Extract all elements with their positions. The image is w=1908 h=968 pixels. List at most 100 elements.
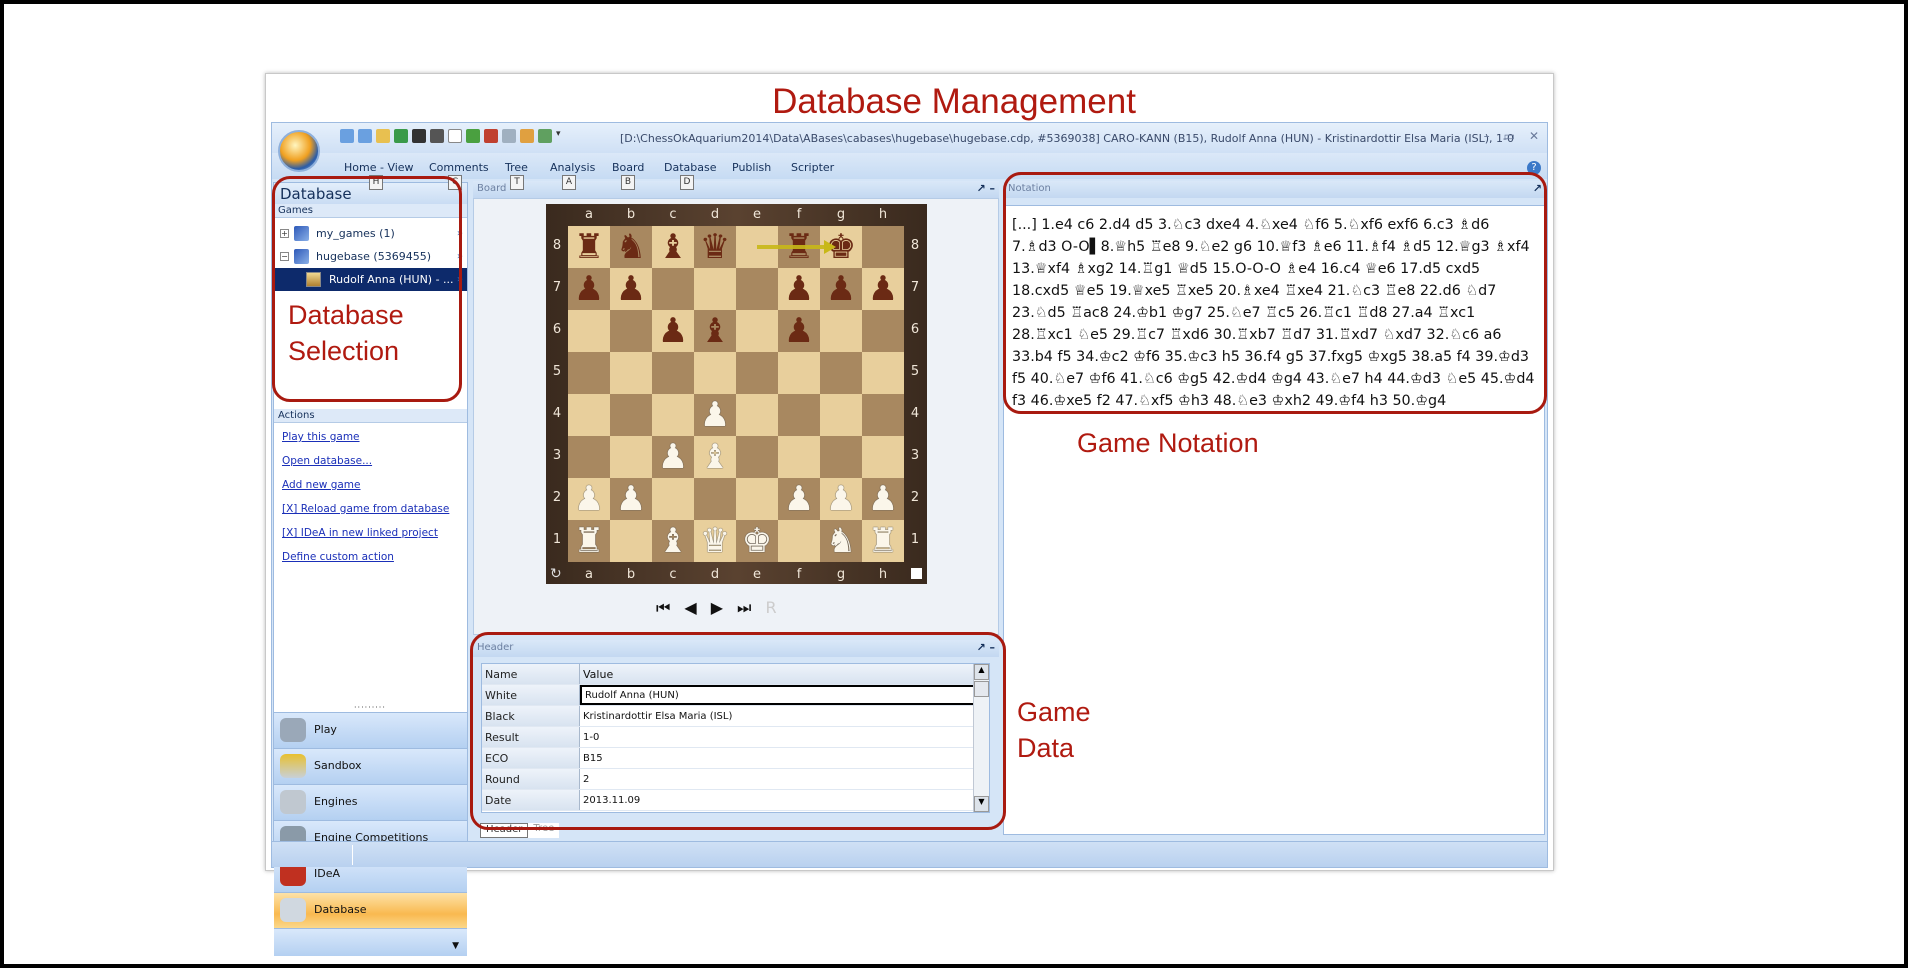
chevron-right-icon[interactable]: »	[457, 222, 463, 245]
scroll-up-icon[interactable]: ▲	[974, 664, 989, 680]
help-icon[interactable]: ?	[1527, 161, 1541, 175]
undock-icon[interactable]: ↗	[976, 641, 985, 654]
user-lock-icon[interactable]	[520, 129, 534, 143]
table-row[interactable]: Black Kristinardottir Elsa Maria (ISL)	[482, 706, 989, 727]
minimize-button[interactable]: –	[1484, 129, 1490, 143]
menu-analysis[interactable]: Analysis	[550, 161, 595, 174]
header-panel-bar: Header ↗ –	[473, 640, 999, 657]
table-row[interactable]: Round 2	[482, 769, 989, 790]
database-rook-icon	[280, 898, 306, 922]
customize-dropdown-icon[interactable]: ▾	[556, 129, 564, 143]
menu-tree[interactable]: Tree	[505, 161, 528, 174]
last-move-icon[interactable]: ⏭	[737, 598, 751, 618]
tree-item-label: hugebase (5369455)	[316, 250, 431, 263]
move-navigation: ⏮ ◀ ▶ ⏭ R	[656, 598, 777, 618]
nav-label: IDeA	[314, 867, 341, 880]
field-name: Black	[482, 706, 580, 726]
field-value[interactable]: 2013.11.09	[580, 790, 989, 810]
field-value[interactable]: 1-0	[580, 727, 989, 747]
table-scrollbar[interactable]: ▲ ▼	[973, 664, 989, 812]
annotation-database-selection: Database Selection	[288, 300, 404, 366]
collapse-icon[interactable]: −	[280, 252, 289, 261]
field-value[interactable]: Kristinardottir Elsa Maria (ISL)	[580, 706, 989, 726]
field-name: Round	[482, 769, 580, 789]
menu-comments[interactable]: Comments	[429, 161, 489, 174]
nav-play[interactable]: Play	[274, 712, 467, 748]
close-button[interactable]: ✕	[1529, 129, 1539, 143]
nav-label: Engines	[314, 795, 358, 808]
scroll-down-icon[interactable]: ▼	[974, 796, 989, 812]
menu-scripter[interactable]: Scripter	[791, 161, 834, 174]
chevron-down-icon[interactable]: ▼	[452, 929, 459, 963]
nav-sandbox[interactable]: Sandbox	[274, 748, 467, 784]
undock-icon[interactable]: ↗	[976, 182, 985, 195]
back-icon[interactable]	[340, 129, 354, 143]
action-define-custom[interactable]: Define custom action	[282, 547, 459, 571]
field-value[interactable]: 2	[580, 769, 989, 789]
chess-board[interactable]: a a b b c c d d e e f f g g h h 8 8 7 7 6 6 5 5 4 4 3 3 2 2 1 1 ♜ ♞ ♝ ♛ ♜ ♚ ♟ ♟…	[546, 204, 927, 584]
annotation-game-data: Game Data	[1017, 697, 1091, 763]
undock-icon[interactable]: ↗	[1533, 182, 1542, 195]
user-add-icon[interactable]	[538, 129, 552, 143]
menu-publish[interactable]: Publish	[732, 161, 771, 174]
flask-icon[interactable]	[466, 129, 480, 143]
tab-tree[interactable]: Tree	[528, 823, 560, 838]
chevron-right-icon[interactable]: »	[457, 268, 463, 291]
tree-item-my-games[interactable]: + my_games (1) »	[274, 222, 467, 245]
previous-move-icon[interactable]: ◀	[684, 598, 696, 618]
board-panel-header: Board ↗ –	[473, 181, 999, 198]
nav-label: Play	[314, 723, 337, 736]
table-header-row: Name Value	[482, 664, 989, 685]
column-header-value[interactable]: Value	[580, 664, 989, 684]
actions-section-label: Actions	[274, 409, 467, 423]
table-row[interactable]: ECO B15	[482, 748, 989, 769]
restore-button[interactable]: ▭	[1504, 129, 1515, 143]
splitter-handle[interactable]: ·········	[354, 703, 386, 712]
minimize-panel-icon[interactable]: –	[990, 641, 996, 654]
save-icon[interactable]	[412, 129, 426, 143]
action-add-new-game[interactable]: Add new game	[282, 475, 459, 499]
database-icon	[294, 249, 309, 264]
menu-database[interactable]: Database	[664, 161, 717, 174]
game-notation-text[interactable]: [...] 1.e4 c6 2.d4 d5 3.♘c3 dxe4 4.♘xe4 …	[1012, 214, 1538, 412]
side-to-move-indicator	[911, 568, 922, 579]
menu-board[interactable]: Board	[612, 161, 644, 174]
shield-icon[interactable]	[394, 129, 408, 143]
field-name: Date	[482, 790, 580, 810]
database-icon[interactable]	[502, 129, 516, 143]
tree-item-selected-game[interactable]: Rudolf Anna (HUN) - ... »	[274, 268, 467, 291]
bottom-tabs: Header Tree	[480, 823, 560, 838]
column-header-name[interactable]: Name	[482, 664, 580, 684]
app-logo-button[interactable]	[278, 130, 320, 172]
menu-home-view[interactable]: Home - View	[344, 161, 414, 174]
forward-icon[interactable]	[358, 129, 372, 143]
action-play-this-game[interactable]: Play this game	[282, 427, 459, 451]
table-row[interactable]: Result 1-0	[482, 727, 989, 748]
field-value[interactable]: Rudolf Anna (HUN)	[580, 685, 989, 705]
tree-item-label: Rudolf Anna (HUN) - ...	[329, 273, 454, 286]
nav-engines[interactable]: Engines	[274, 784, 467, 820]
next-move-icon[interactable]: ▶	[711, 598, 723, 618]
action-reload-game[interactable]: [X] Reload game from database	[282, 499, 459, 523]
action-idea-linked-project[interactable]: [X] IDeA in new linked project	[282, 523, 459, 547]
nav-database[interactable]: Database	[274, 892, 467, 928]
action-open-database[interactable]: Open database...	[282, 451, 459, 475]
first-move-icon[interactable]: ⏮	[656, 598, 670, 618]
flip-board-icon[interactable]: ↻	[550, 566, 562, 582]
chevron-right-icon[interactable]: »	[457, 245, 463, 268]
hand-icon[interactable]	[376, 129, 390, 143]
game-icon	[306, 272, 321, 287]
nav-overflow: ▼	[274, 928, 467, 956]
new-document-icon[interactable]	[448, 129, 462, 143]
scroll-thumb[interactable]	[974, 681, 989, 697]
table-row[interactable]: Date 2013.11.09	[482, 790, 989, 811]
save-all-icon[interactable]	[430, 129, 444, 143]
board-panel-title: Board	[477, 183, 507, 194]
field-value[interactable]: B15	[580, 748, 989, 768]
tab-header[interactable]: Header	[480, 823, 529, 838]
brush-icon[interactable]	[484, 129, 498, 143]
minimize-panel-icon[interactable]: –	[990, 182, 996, 195]
tree-item-hugebase[interactable]: − hugebase (5369455) »	[274, 245, 467, 268]
expand-icon[interactable]: +	[280, 229, 289, 238]
table-row[interactable]: White Rudolf Anna (HUN)	[482, 685, 989, 706]
